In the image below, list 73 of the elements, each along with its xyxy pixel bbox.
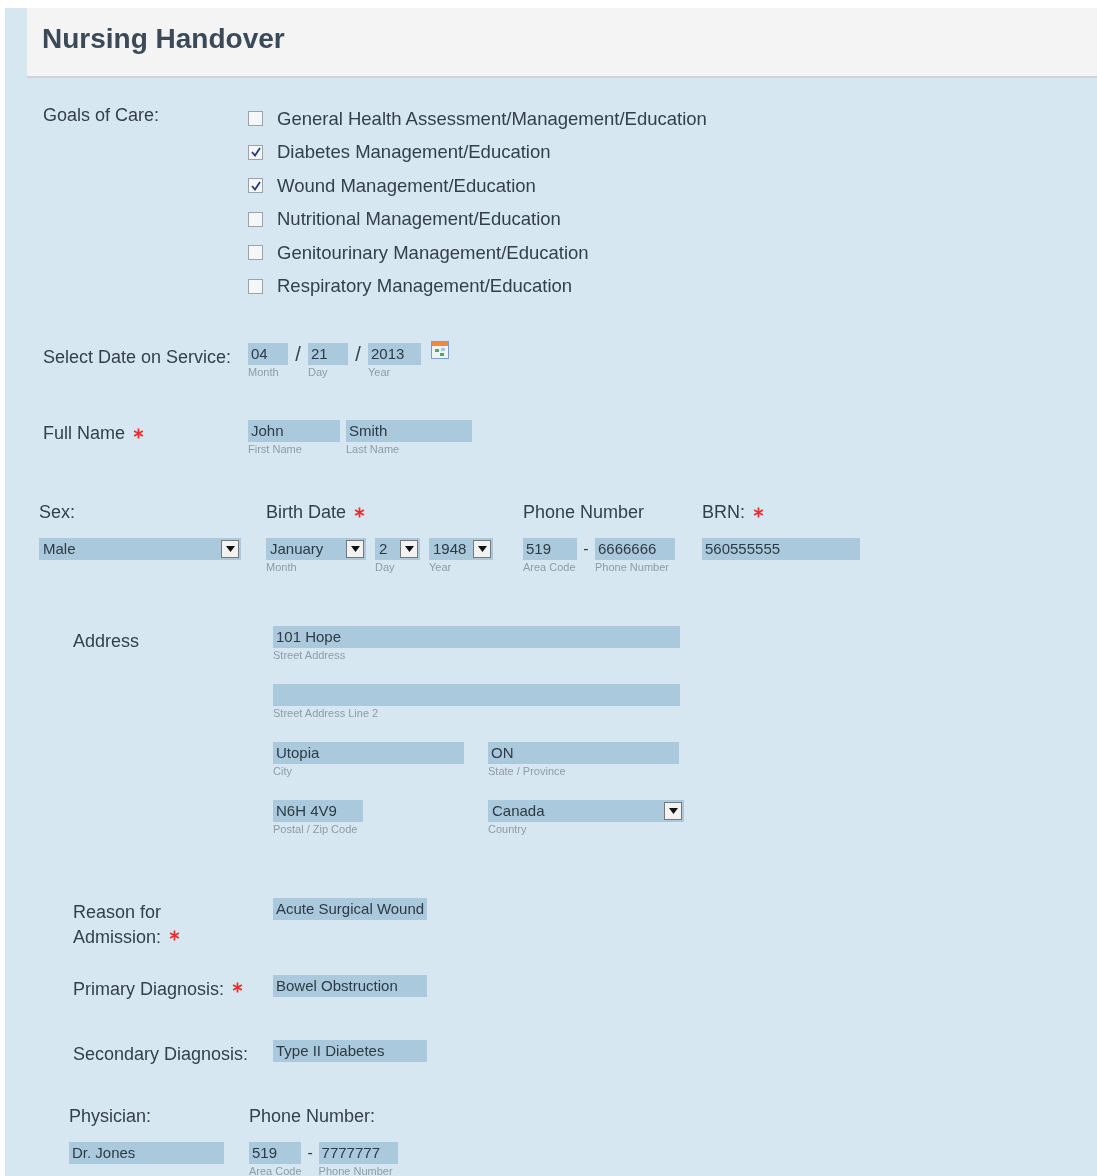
field-label: Birth Date — [266, 501, 347, 524]
field-caption: Phone Number — [318, 1164, 393, 1176]
checkbox[interactable] — [248, 278, 263, 294]
field-caption: Phone Number — [595, 560, 669, 575]
date-separator: / — [354, 343, 362, 365]
phone-separator: - — [582, 539, 590, 559]
form-title: Nursing Handover — [42, 22, 285, 56]
calendar-icon[interactable] — [431, 341, 449, 359]
text-field[interactable]: Bowel Obstruction — [273, 975, 427, 997]
date-separator: / — [294, 343, 302, 365]
field-label: Phone Number: — [249, 1105, 377, 1128]
text-field[interactable]: 6666666 — [595, 538, 675, 560]
text-field[interactable] — [273, 684, 680, 706]
field-label: Physician: — [69, 1105, 153, 1128]
dropdown[interactable]: Male — [39, 538, 241, 560]
field-caption: Area Code — [523, 560, 576, 575]
field-caption: Last Name — [346, 442, 400, 457]
field-caption: Month — [266, 560, 297, 575]
dropdown[interactable]: 1948 — [429, 538, 493, 560]
field-label: Phone Number — [523, 501, 645, 524]
field-caption: Month — [248, 365, 279, 380]
field-caption: Day — [375, 560, 395, 575]
checkbox-label: General Health Assessment/Management/Education — [277, 106, 707, 131]
checkbox[interactable] — [248, 245, 263, 261]
field-caption: First Name — [248, 442, 302, 457]
text-field[interactable]: ON — [488, 742, 679, 764]
field-caption: City — [273, 764, 292, 779]
field-caption: Year — [429, 560, 452, 575]
field-label: BRN: — [702, 501, 745, 524]
text-field[interactable]: Type II Diabetes — [273, 1040, 427, 1062]
checkbox-label: Genitourinary Management/Education — [277, 240, 589, 265]
field-label: Address — [73, 631, 140, 651]
field-caption: Street Address — [273, 648, 346, 663]
field-label: Primary Diagnosis: — [73, 977, 244, 1002]
field-caption: Area Code — [249, 1164, 302, 1176]
text-field[interactable]: 560555555 — [702, 538, 860, 560]
field-label: Reason for Admission: — [73, 900, 203, 950]
field-caption: State / Province — [488, 764, 566, 779]
text-field[interactable]: 101 Hope — [273, 626, 680, 648]
text-field[interactable]: Smith — [346, 420, 472, 442]
field-label: Select Date on Service: — [43, 347, 232, 367]
text-field[interactable]: 519 — [249, 1142, 301, 1164]
checkbox[interactable] — [248, 111, 263, 127]
field-caption: Postal / Zip Code — [273, 822, 358, 837]
field-label: Goals of Care: — [43, 105, 160, 125]
text-field[interactable]: Dr. Jones — [69, 1142, 224, 1164]
phone-separator: - — [306, 1143, 314, 1163]
field-label: Full Name — [43, 422, 126, 445]
text-field[interactable]: 7777777 — [318, 1142, 398, 1164]
dropdown[interactable]: January — [266, 538, 366, 560]
field-label: Secondary Diagnosis: — [73, 1043, 249, 1066]
text-field[interactable]: 21 — [308, 343, 348, 365]
text-field[interactable]: 519 — [523, 538, 577, 560]
checkbox[interactable] — [248, 144, 263, 160]
text-field[interactable]: Utopia — [273, 742, 464, 764]
field-label: Sex: — [39, 501, 76, 524]
dropdown[interactable]: 2 — [375, 538, 420, 560]
checkbox-label: Respiratory Management/Education — [277, 274, 573, 299]
field-caption: Year — [368, 365, 391, 380]
field-caption: Country — [488, 822, 527, 837]
text-field[interactable]: N6H 4V9 — [273, 800, 363, 822]
text-field[interactable]: John — [248, 420, 340, 442]
checkbox-label: Wound Management/Education — [277, 173, 536, 198]
text-field[interactable]: Acute Surgical Wound — [273, 898, 427, 920]
text-field[interactable]: 2013 — [368, 343, 421, 365]
checkbox-label: Diabetes Management/Education — [277, 140, 551, 165]
checkbox[interactable] — [248, 178, 263, 194]
dropdown[interactable]: Canada — [488, 800, 684, 822]
text-field[interactable]: 04 — [248, 343, 288, 365]
checkbox[interactable] — [248, 211, 263, 227]
field-caption: Day — [308, 365, 328, 380]
checkbox-label: Nutritional Management/Education — [277, 207, 561, 232]
field-caption: Street Address Line 2 — [273, 706, 379, 721]
